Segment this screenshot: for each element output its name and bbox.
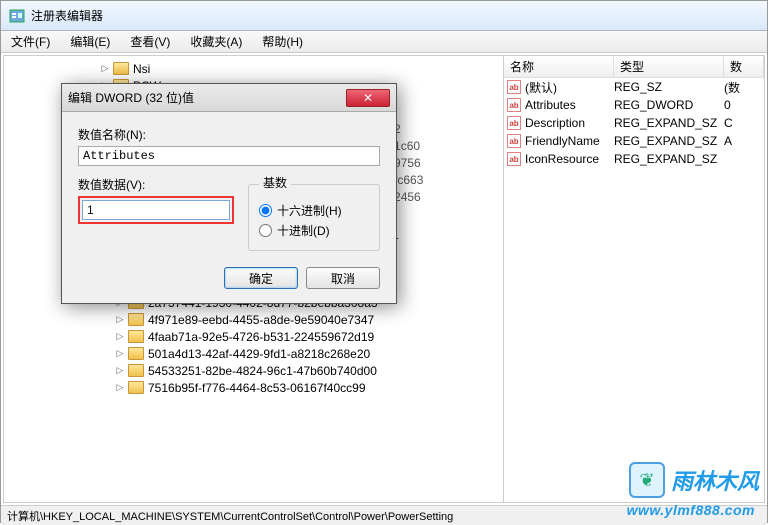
menu-file[interactable]: 文件(F) <box>1 33 60 50</box>
radio-hex-row[interactable]: 十六进制(H) <box>259 202 369 219</box>
row-name: FriendlyName <box>525 134 600 148</box>
edit-dword-dialog: 编辑 DWORD (32 位)值 ✕ 数值名称(N): 数值数据(V): 基数 … <box>61 83 397 304</box>
tree-item[interactable]: ▷ 4f971e89-eebd-4455-a8de-9e59040e7347 <box>4 311 503 328</box>
value-data-label: 数值数据(V): <box>78 176 234 193</box>
folder-icon <box>128 313 144 326</box>
list-row[interactable]: ab IconResource REG_EXPAND_SZ <box>504 150 764 168</box>
expander-icon[interactable]: ▷ <box>114 382 126 393</box>
tree-item[interactable]: ▷ 501a4d13-42af-4429-9fd1-a8218c268e20 <box>4 345 503 362</box>
value-icon: ab <box>507 134 521 148</box>
menu-bar: 文件(F) 编辑(E) 查看(V) 收藏夹(A) 帮助(H) <box>1 31 767 53</box>
tree-label: 501a4d13-42af-4429-9fd1-a8218c268e20 <box>148 347 370 361</box>
list-row[interactable]: ab Attributes REG_DWORD0 <box>504 96 764 114</box>
watermark-url: www.ylmf888.com <box>627 502 755 518</box>
row-type: REG_EXPAND_SZ <box>614 134 724 148</box>
value-icon: ab <box>507 116 521 130</box>
value-name-label: 数值名称(N): <box>78 126 380 143</box>
row-type: REG_DWORD <box>614 98 724 112</box>
value-data-input[interactable] <box>82 200 230 220</box>
row-type: REG_EXPAND_SZ <box>614 116 724 130</box>
row-name: (默认) <box>525 79 557 96</box>
tree-label: 4faab71a-92e5-4726-b531-224559672d19 <box>148 330 374 344</box>
tree-item[interactable]: ▷ 7516b95f-f776-4464-8c53-06167f40cc99 <box>4 379 503 396</box>
tree-item[interactable]: ▷ 4faab71a-92e5-4726-b531-224559672d19 <box>4 328 503 345</box>
radio-dec-label: 十进制(D) <box>277 222 330 239</box>
row-name: Description <box>525 116 585 130</box>
radio-dec[interactable] <box>259 224 272 237</box>
cancel-button[interactable]: 取消 <box>306 267 380 289</box>
value-icon: ab <box>507 80 521 94</box>
folder-icon <box>128 347 144 360</box>
watermark-logo: ❦ 雨林木风 <box>629 462 759 498</box>
tree-item[interactable]: ▷ 54533251-82be-4824-96c1-47b60b740d00 <box>4 362 503 379</box>
close-icon: ✕ <box>363 91 373 105</box>
expander-icon[interactable]: ▷ <box>114 365 126 376</box>
dialog-title-bar[interactable]: 编辑 DWORD (32 位)值 ✕ <box>62 84 396 112</box>
expander-icon[interactable]: ▷ <box>114 314 126 325</box>
dialog-title: 编辑 DWORD (32 位)值 <box>68 89 346 106</box>
base-group: 基数 十六进制(H) 十进制(D) <box>248 176 380 251</box>
col-type[interactable]: 类型 <box>614 56 724 77</box>
menu-edit[interactable]: 编辑(E) <box>60 33 120 50</box>
list-row[interactable]: ab (默认) REG_SZ(数 <box>504 78 764 96</box>
watermark-text: 雨林木风 <box>671 464 759 496</box>
tree-label: 7516b95f-f776-4464-8c53-06167f40cc99 <box>148 381 366 395</box>
folder-icon <box>113 62 129 75</box>
row-data: 0 <box>724 98 764 112</box>
tree-label: 4f971e89-eebd-4455-a8de-9e59040e7347 <box>148 313 374 327</box>
list-header: 名称 类型 数 <box>504 56 764 78</box>
row-name: Attributes <box>525 98 576 112</box>
ok-button[interactable]: 确定 <box>224 267 298 289</box>
value-name-input[interactable] <box>78 146 380 166</box>
menu-favorites[interactable]: 收藏夹(A) <box>180 33 252 50</box>
folder-icon <box>128 330 144 343</box>
row-data: A <box>724 134 764 148</box>
expander-icon[interactable]: ▷ <box>114 331 126 342</box>
registry-icon <box>9 8 25 24</box>
list-pane: 名称 类型 数 ab (默认) REG_SZ(数 ab Attributes REG_DW… <box>504 56 764 502</box>
menu-help[interactable]: 帮助(H) <box>252 33 313 50</box>
tree-item[interactable]: ▷ Nsi <box>4 60 503 77</box>
base-legend: 基数 <box>259 174 291 191</box>
window-title: 注册表编辑器 <box>31 7 103 24</box>
list-row[interactable]: ab Description REG_EXPAND_SZC <box>504 114 764 132</box>
expander-icon[interactable]: ▷ <box>99 63 111 74</box>
row-data: (数 <box>724 79 764 96</box>
value-icon: ab <box>507 152 521 166</box>
tree-label: Nsi <box>133 62 150 76</box>
title-bar: 注册表编辑器 <box>1 1 767 31</box>
expander-icon[interactable]: ▷ <box>114 348 126 359</box>
row-data: C <box>724 116 764 130</box>
radio-hex[interactable] <box>259 204 272 217</box>
sprout-icon: ❦ <box>629 462 665 498</box>
radio-hex-label: 十六进制(H) <box>277 202 342 219</box>
value-icon: ab <box>507 98 521 112</box>
row-name: IconResource <box>525 152 599 166</box>
menu-view[interactable]: 查看(V) <box>120 33 180 50</box>
col-name[interactable]: 名称 <box>504 56 614 77</box>
folder-icon <box>128 381 144 394</box>
dialog-close-button[interactable]: ✕ <box>346 89 390 107</box>
row-type: REG_EXPAND_SZ <box>614 152 724 166</box>
row-type: REG_SZ <box>614 80 724 94</box>
radio-dec-row[interactable]: 十进制(D) <box>259 222 369 239</box>
tree-label: 54533251-82be-4824-96c1-47b60b740d00 <box>148 364 377 378</box>
list-row[interactable]: ab FriendlyName REG_EXPAND_SZA <box>504 132 764 150</box>
folder-icon <box>128 364 144 377</box>
col-data[interactable]: 数 <box>724 56 764 77</box>
